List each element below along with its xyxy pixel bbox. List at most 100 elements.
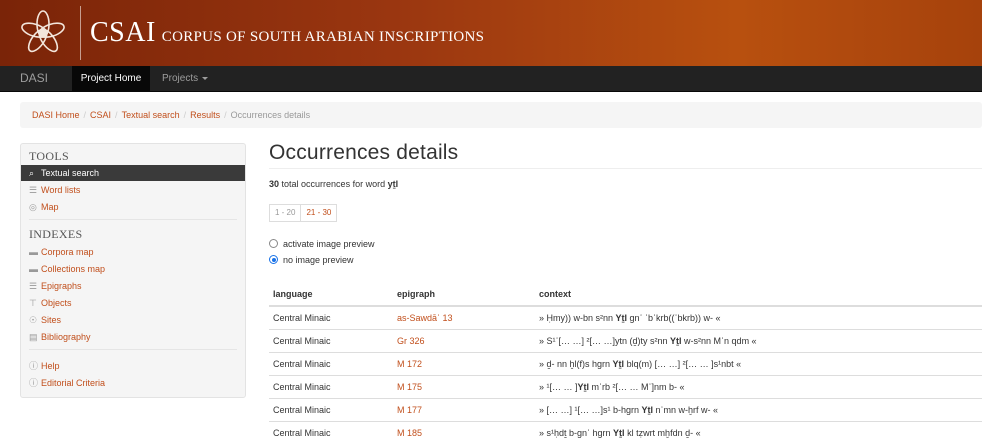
- question-icon: ⓘ: [29, 378, 39, 388]
- table-row: Central Minaic M 185 » s¹ḥdṯ b-gnʾ hgrn …: [269, 420, 982, 444]
- table-row: Central Minaic M 177 » [… …] ¹[… …]s¹ b-…: [269, 397, 982, 421]
- epigraph-link[interactable]: M 172: [393, 351, 535, 375]
- context-cell: » s¹ḥdṯ b-gnʾ hgrn Yṯl kl tẓwrt mḫfdn ḏ-…: [535, 420, 982, 444]
- site-title[interactable]: CSAI CORPUS OF SOUTH ARABIAN INSCRIPTIONS: [90, 17, 484, 49]
- sidebar-item-epigraphs[interactable]: ☰ Epigraphs: [29, 278, 82, 294]
- breadcrumb-current: Occurrences details: [230, 110, 311, 120]
- folder-icon: ▬: [29, 264, 38, 274]
- table-row: Central Minaic M 172 » ḏ- nn ḫl(f)s hgrn…: [269, 351, 982, 375]
- caret-down-icon: [202, 76, 209, 80]
- context-keyword: Yṯl: [577, 381, 590, 392]
- sidebar-item-label: Editorial Criteria: [41, 378, 106, 388]
- activate-image-preview-option[interactable]: activate image preview: [269, 237, 375, 251]
- search-icon: ⌕: [29, 168, 35, 178]
- breadcrumb-textual-search[interactable]: Textual search: [122, 110, 180, 120]
- radio-checked[interactable]: [269, 255, 278, 264]
- context-before: » S¹ʾ[… …] ²[… …]ytn (ḏ)ty s²nn: [539, 335, 671, 346]
- epigraph-link[interactable]: Gr 326: [393, 328, 535, 352]
- sidebar-item-bibliography[interactable]: ▤ Bibliography: [29, 329, 91, 345]
- context-cell: » ¹[… … ]Yṯl mʿrb ²[… … Mʿ]nm b- «: [535, 374, 982, 398]
- epigraph-link[interactable]: M 177: [393, 397, 535, 421]
- list-icon: ☰: [29, 281, 38, 291]
- sidebar-item-corpora-map[interactable]: ▬ Corpora map: [29, 244, 94, 260]
- sidebar-item-map[interactable]: ◎ Map: [29, 199, 59, 215]
- breadcrumb-dasi-home[interactable]: DASI Home: [32, 110, 80, 120]
- radio-unchecked[interactable]: [269, 239, 278, 248]
- language-cell: Central Minaic: [269, 374, 393, 398]
- sidebar-item-label: Sites: [41, 315, 62, 325]
- sidebar-item-word-lists[interactable]: ☰ Word lists: [29, 182, 80, 198]
- table-row: Central Minaic M 175 » ¹[… … ]Yṯl mʿrb ²…: [269, 374, 982, 398]
- folder-icon: ▬: [29, 247, 38, 257]
- breadcrumb-csai[interactable]: CSAI: [90, 110, 111, 120]
- site-full-name: CORPUS OF SOUTH ARABIAN INSCRIPTIONS: [161, 29, 485, 45]
- column-header-epigraph: epigraph: [393, 282, 535, 307]
- sidebar-item-help[interactable]: ⓘ Help: [29, 358, 60, 374]
- sidebar-heading-tools: TOOLS: [29, 149, 69, 163]
- sidebar-item-label: Word lists: [41, 185, 81, 195]
- context-keyword: Yṯl: [615, 312, 628, 323]
- activate-image-preview-label: activate image preview: [283, 239, 375, 249]
- epigraph-link[interactable]: M 185: [393, 420, 535, 444]
- table-row: Central Minaic as-Sawdāʾ 13 » Ḥmy)) w-bn…: [269, 305, 982, 329]
- sidebar-item-sites[interactable]: ☉ Sites: [29, 312, 61, 328]
- sidebar-item-label: Epigraphs: [41, 281, 82, 291]
- sidebar-item-label: Map: [41, 202, 59, 212]
- epigraph-link[interactable]: as-Sawdāʾ 13: [393, 305, 535, 329]
- context-before: » Ḥmy)) w-bn s²nn: [539, 312, 616, 323]
- context-cell: » Ḥmy)) w-bn s²nn Yṯl gnʾ ʿbʾkrb((ʾbkrb)…: [535, 305, 982, 329]
- nav-project-home[interactable]: Project Home: [72, 66, 150, 91]
- sidebar-divider: [29, 219, 237, 220]
- table-row: Central Minaic Gr 326 » S¹ʾ[… …] ²[… …]y…: [269, 328, 982, 352]
- sidebar-item-collections-map[interactable]: ▬ Collections map: [29, 261, 105, 277]
- context-after: kl tẓwrt mḫfdn ḏ- «: [624, 427, 701, 438]
- map-marker-icon: ☉: [29, 315, 38, 325]
- occurrence-summary: 30 total occurrences for word yṯl: [269, 179, 398, 189]
- question-icon: ⓘ: [29, 361, 39, 371]
- nav-projects-dropdown[interactable]: Projects: [162, 66, 209, 91]
- language-cell: Central Minaic: [269, 305, 393, 329]
- context-after: blq(m) [… …] ²[… … ]s¹nbt «: [624, 358, 742, 369]
- sidebar-item-label: Help: [41, 361, 60, 371]
- top-navbar: DASI Project Home Projects: [0, 66, 982, 92]
- no-image-preview-label: no image preview: [283, 255, 354, 265]
- sidebar-heading-indexes: INDEXES: [29, 227, 83, 241]
- context-before: » ¹[… … ]: [539, 381, 578, 392]
- language-cell: Central Minaic: [269, 397, 393, 421]
- sidebar: TOOLS ⌕ Textual search ☰ Word lists ◎ Map I…: [20, 143, 246, 398]
- nav-brand-dasi[interactable]: DASI: [20, 66, 48, 91]
- sidebar-divider: [29, 349, 237, 350]
- sidebar-item-label: Textual search: [41, 168, 100, 178]
- sidebar-item-label: Bibliography: [41, 332, 91, 342]
- no-image-preview-option[interactable]: no image preview: [269, 253, 354, 267]
- sidebar-item-objects[interactable]: ⊤ Objects: [29, 295, 72, 311]
- tag-icon: ⊤: [29, 298, 37, 308]
- context-cell: » ḏ- nn ḫl(f)s hgrn Yṯl blq(m) [… …] ²[……: [535, 351, 982, 375]
- page-1-20[interactable]: 1 - 20: [269, 204, 302, 222]
- context-before: » ḏ- nn ḫl(f)s hgrn: [539, 358, 613, 369]
- context-after: nʿmn w-ḫrf w- «: [653, 404, 719, 415]
- context-cell: » [… …] ¹[… …]s¹ b-hgrn Yṯl nʿmn w-ḫrf w…: [535, 397, 982, 421]
- occurrence-summary-text: total occurrences for word: [281, 179, 386, 189]
- language-cell: Central Minaic: [269, 328, 393, 352]
- csai-logo-icon[interactable]: [14, 5, 72, 61]
- context-cell: » S¹ʾ[… …] ²[… …]ytn (ḏ)ty s²nn Yṯl w-s²…: [535, 328, 982, 352]
- context-before: » [… …] ¹[… …]s¹ b-hgrn: [539, 404, 642, 415]
- page-title: Occurrences details: [269, 141, 459, 164]
- site-banner: CSAI CORPUS OF SOUTH ARABIAN INSCRIPTIONS: [0, 0, 982, 66]
- occurrences-table: language epigraph context Central Minaic…: [269, 282, 982, 444]
- context-keyword: Yṯl: [641, 404, 654, 415]
- language-cell: Central Minaic: [269, 420, 393, 444]
- occurrence-count: 30: [269, 179, 280, 189]
- breadcrumb: DASI Home / CSAI / Textual search / Results / Oc…: [20, 102, 982, 128]
- globe-icon: ◎: [29, 202, 37, 212]
- page-21-30[interactable]: 21 - 30: [301, 204, 338, 222]
- sidebar-item-textual-search[interactable]: ⌕ Textual search: [21, 165, 245, 181]
- breadcrumb-results[interactable]: Results: [190, 110, 220, 120]
- context-keyword: Yṯl: [613, 427, 625, 438]
- column-header-language: language: [269, 282, 393, 307]
- sidebar-item-editorial-criteria[interactable]: ⓘ Editorial Criteria: [29, 375, 105, 391]
- sidebar-item-label: Objects: [41, 298, 72, 308]
- search-word: yṯl: [387, 179, 399, 189]
- epigraph-link[interactable]: M 175: [393, 374, 535, 398]
